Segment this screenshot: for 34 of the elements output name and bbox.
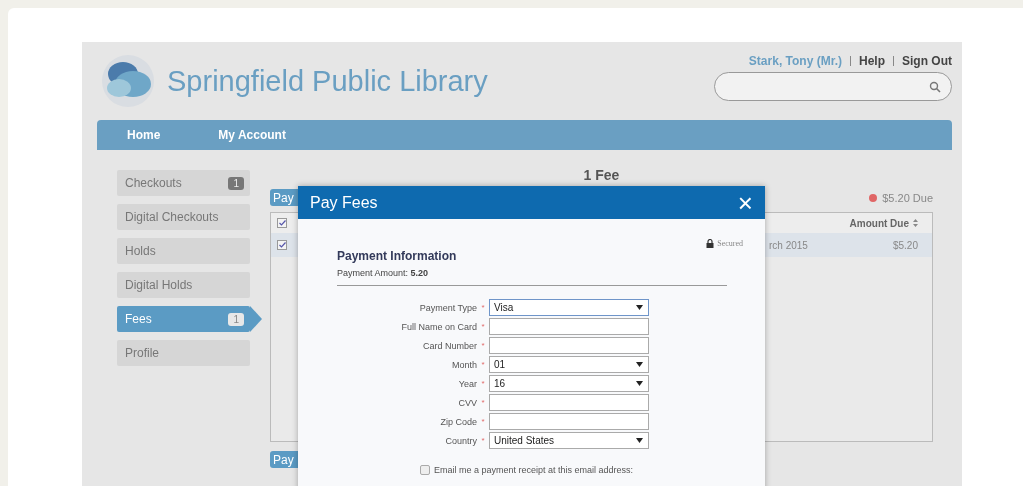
required-mark: * (480, 436, 486, 445)
required-mark: * (480, 322, 486, 331)
field-label: Payment Type (418, 302, 477, 313)
library-title: Springfield Public Library (167, 64, 488, 98)
field-label: CVV (457, 397, 477, 408)
count-badge: 1 (228, 176, 244, 190)
fees-title: 1 Fee (582, 167, 621, 185)
field-label: Zip Code (439, 416, 477, 427)
sidebar-label: Profile (125, 346, 159, 360)
required-mark: * (480, 417, 486, 426)
required-mark: * (480, 360, 486, 369)
required-mark: * (480, 398, 486, 407)
table-cell: $5.20 (892, 239, 918, 251)
field-label: Month (451, 359, 477, 370)
required-mark: * (480, 341, 486, 350)
table-cell-text: rch 2015 (768, 239, 809, 251)
sidebar-label: Digital Checkouts (125, 210, 219, 224)
count-badge: 1 (228, 312, 244, 326)
amount-due: $5.20 Due (882, 191, 933, 204)
field-label: Full Name on Card (400, 321, 477, 332)
field-label: Card Number (421, 340, 477, 351)
sidebar-label: Fees (125, 312, 152, 326)
required-mark: * (480, 303, 486, 312)
sidebar-label: Digital Holds (125, 278, 193, 292)
required-mark: * (480, 379, 486, 388)
field-label: Country (444, 435, 477, 446)
field-label: Year (457, 378, 477, 389)
checkbox-label: Email me a payment receipt at this email address: (434, 465, 634, 475)
payment-amount: Payment Amount: 5.20 (337, 268, 727, 286)
dialog-title: Pay Fees (310, 193, 378, 212)
secured-label: Secured (717, 239, 743, 248)
sidebar-label: Checkouts (125, 176, 182, 190)
sidebar-label: Holds (125, 244, 156, 258)
section-heading: Payment Information (337, 249, 458, 263)
